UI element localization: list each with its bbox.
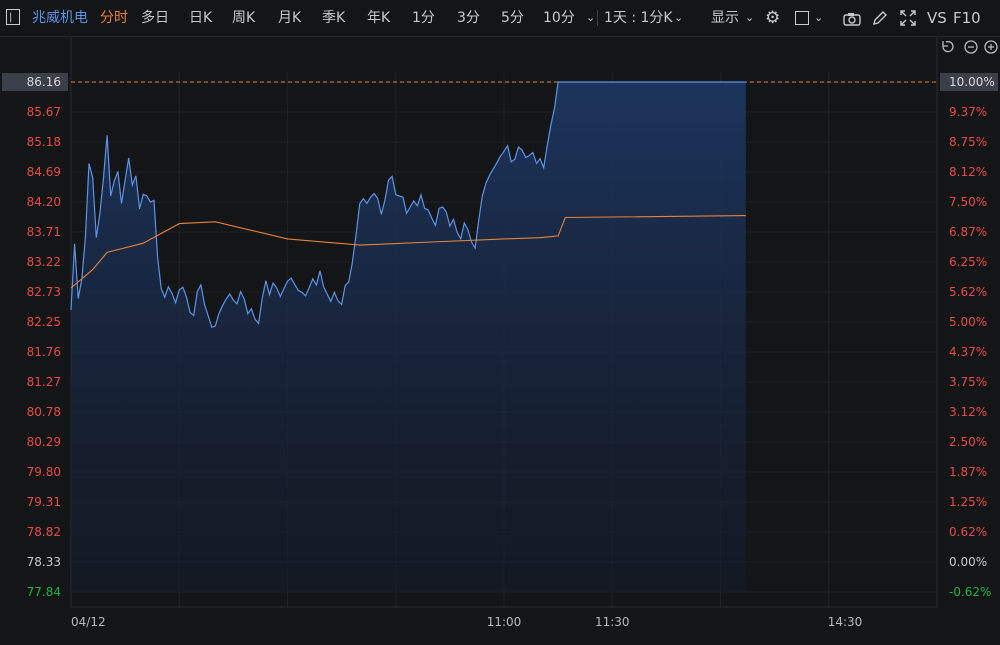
vs-button[interactable]: VS [927,0,947,36]
tab-quarterly-k[interactable]: 季K [322,0,345,36]
tab-5min[interactable]: 5分 [501,0,524,36]
y-tick-left: 83.22 [27,255,61,269]
display-chevron-icon[interactable]: ⌄ [745,0,754,36]
tab-weekly-k[interactable]: 周K [232,0,255,36]
intraday-chart: 86.16 85.67 85.18 84.69 84.20 83.71 83.22 82.73… [2,37,998,629]
price-area-fill [71,82,746,592]
y-tick-left: 83.71 [27,225,61,239]
y-tick-right: 0.00% [949,555,987,569]
toolbar: | 兆威机电 分时 多日 日K 周K 月K 季K 年K 1分 3分 5分 10分… [0,0,1000,37]
y-tick-left: 78.33 [27,555,61,569]
f10-button[interactable]: F10 [953,0,981,36]
y-tick-left: 80.78 [27,405,61,419]
y-tick-left: 77.84 [27,585,61,599]
x-tick-label: 14:30 [828,615,863,629]
tab-1min[interactable]: 1分 [412,0,435,36]
tab-timeshare[interactable]: 分时 [100,0,128,36]
stock-name[interactable]: 兆威机电 [32,0,88,36]
y-tick-left: 84.20 [27,195,61,209]
y-tick-right: 1.25% [949,495,987,509]
y-tick-right: 1.87% [949,465,987,479]
toolbar-divider [597,10,598,26]
checkbox-icon[interactable] [795,11,809,25]
tab-daily-k[interactable]: 日K [189,0,212,36]
period-chevron-icon[interactable]: ⌄ [674,0,683,36]
y-tick-left: 80.29 [27,435,61,449]
y-tick-right: 6.25% [949,255,987,269]
tab-10min-chevron-icon[interactable]: ⌄ [586,0,595,36]
y-tick-right: 5.00% [949,315,987,329]
tab-multiday[interactable]: 多日 [141,0,169,36]
y-tick-right: 8.75% [949,135,987,149]
pencil-icon[interactable] [872,10,888,30]
gear-icon[interactable]: ⚙ [765,0,780,36]
y-tick-left: 86.16 [27,75,61,89]
y-axis-right: 10.00% 9.37% 8.75% 8.12% 7.50% 6.87% 6.25% 5.62… [940,73,998,599]
y-tick-left: 85.67 [27,105,61,119]
y-axis-left: 86.16 85.67 85.18 84.69 84.20 83.71 83.22 82.73… [2,73,68,599]
y-tick-left: 81.27 [27,375,61,389]
period-select[interactable]: 1天 : 1分K [604,0,673,36]
y-tick-right: 2.50% [949,435,987,449]
tab-3min[interactable]: 3分 [457,0,480,36]
y-tick-right: 8.12% [949,165,987,179]
x-tick-label: 11:00 [487,615,522,629]
y-tick-left: 82.73 [27,285,61,299]
x-tick-label: 04/12 [71,615,106,629]
y-tick-left: 84.69 [27,165,61,179]
tab-yearly-k[interactable]: 年K [367,0,390,36]
chart-type-icon[interactable]: | [6,9,20,25]
camera-icon[interactable] [843,11,861,30]
y-tick-right: 4.37% [949,345,987,359]
fullscreen-icon[interactable] [900,10,916,30]
y-tick-right: 9.37% [949,105,987,119]
tab-10min[interactable]: 10分 [543,0,575,36]
y-tick-left: 81.76 [27,345,61,359]
x-tick-label: 11:30 [595,615,630,629]
y-tick-left: 85.18 [27,135,61,149]
y-tick-right: 6.87% [949,225,987,239]
display-button[interactable]: 显示 [711,0,739,36]
y-tick-left: 82.25 [27,315,61,329]
y-tick-right: -0.62% [949,585,991,599]
y-tick-right: 0.62% [949,525,987,539]
x-axis: 04/12 11:00 11:30 14:30 [71,615,862,629]
y-tick-right: 3.12% [949,405,987,419]
y-tick-right: 10.00% [949,75,995,89]
chart-controls [942,40,998,54]
y-tick-right: 5.62% [949,285,987,299]
undo-icon[interactable] [942,40,954,53]
checkbox-chevron-icon[interactable]: ⌄ [814,0,823,36]
y-tick-right: 7.50% [949,195,987,209]
y-tick-right: 3.75% [949,375,987,389]
y-tick-left: 79.31 [27,495,61,509]
y-tick-left: 79.80 [27,465,61,479]
tab-monthly-k[interactable]: 月K [278,0,301,36]
y-tick-left: 78.82 [27,525,61,539]
price-area [71,82,746,592]
